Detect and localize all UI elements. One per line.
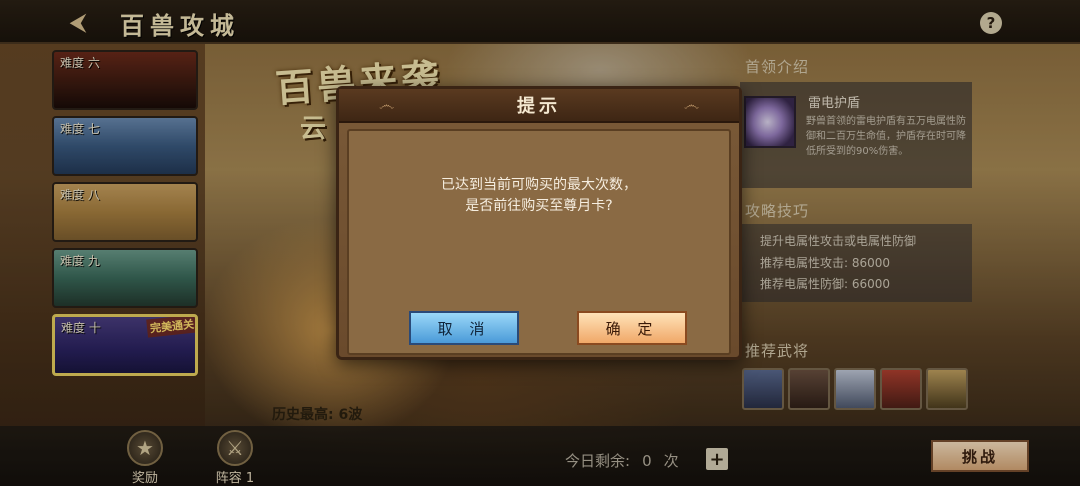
confirm-button[interactable]: 确 定 xyxy=(577,311,687,345)
dialog-title: 提示 xyxy=(517,96,561,117)
cloud-ornament-icon: ෴ xyxy=(683,95,699,114)
dialog-body: 已达到当前可购买的最大次数， 是否前往购买至尊月卡? 取 消 确 定 xyxy=(347,129,731,355)
cloud-ornament-icon: ෴ xyxy=(379,95,395,114)
dialog-header: ෴ 提示 ෴ xyxy=(339,89,739,123)
cancel-button[interactable]: 取 消 xyxy=(409,311,519,345)
dialog-message-line: 已达到当前可购买的最大次数， xyxy=(441,177,637,193)
dialog-message: 已达到当前可购买的最大次数， 是否前往购买至尊月卡? xyxy=(349,175,729,217)
prompt-dialog: ෴ 提示 ෴ 已达到当前可购买的最大次数， 是否前往购买至尊月卡? 取 消 确 … xyxy=(336,86,742,360)
dialog-message-line: 是否前往购买至尊月卡? xyxy=(465,198,613,214)
